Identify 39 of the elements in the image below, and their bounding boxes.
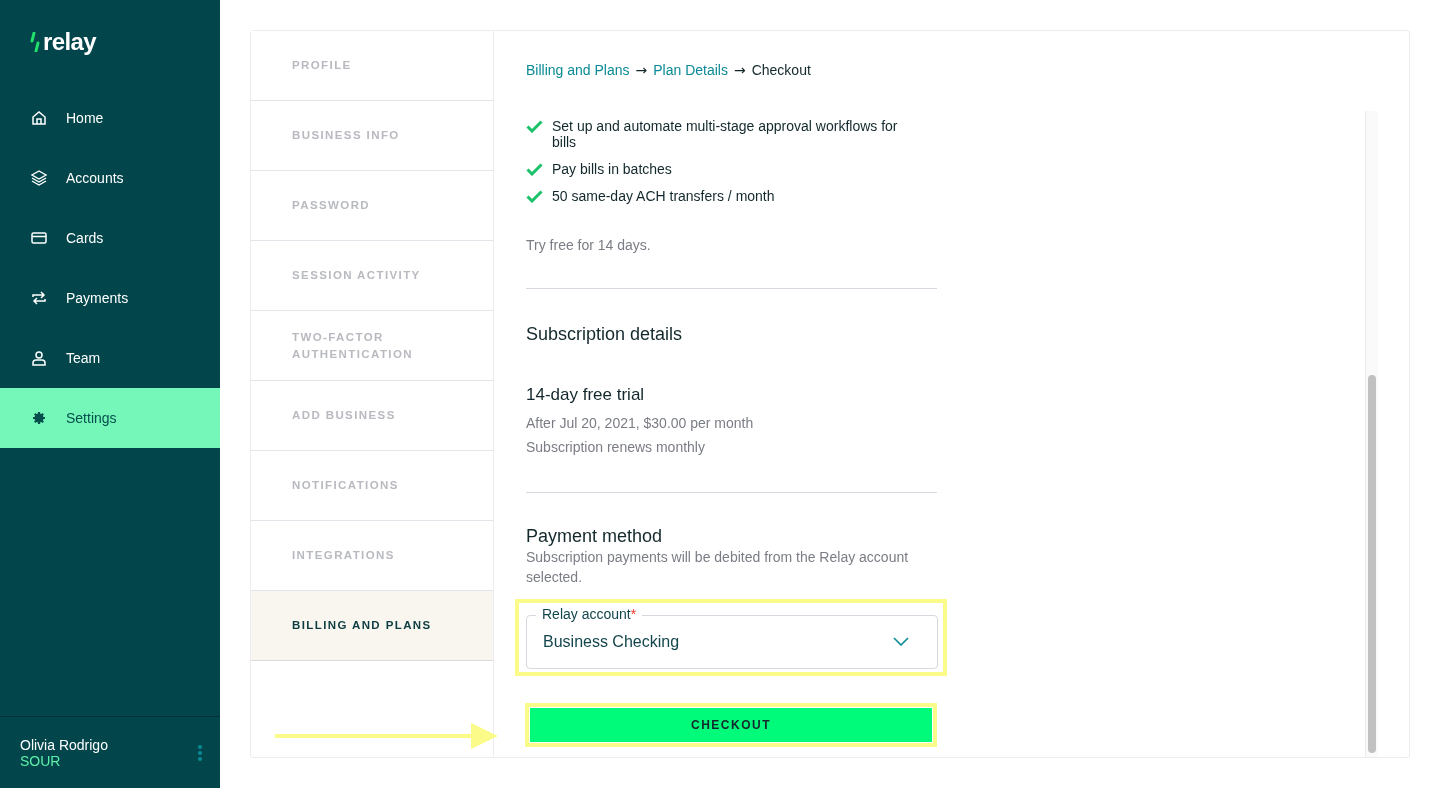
feature-text: 50 same-day ACH transfers / month (552, 188, 775, 204)
subscription-detail: After Jul 20, 2021, $30.00 per month (526, 413, 755, 432)
layers-icon (30, 169, 48, 187)
settings-tab[interactable]: BILLING AND PLANS (251, 591, 493, 661)
scrollbar[interactable] (1365, 111, 1378, 757)
nav-item[interactable]: Team (0, 328, 220, 388)
nav-item[interactable]: Payments (0, 268, 220, 328)
subscription-heading: Subscription details (526, 323, 684, 346)
swap-arrows-icon (30, 289, 48, 307)
nav-item[interactable]: Home (0, 88, 220, 148)
checkout-button[interactable]: CHECKOUT (530, 707, 932, 742)
chevron-down-icon (893, 637, 909, 646)
home-icon (30, 109, 48, 127)
payment-description: Subscription payments will be debited from the Relay account selected. (526, 547, 910, 587)
card-icon (30, 229, 48, 247)
trial-note: Try free for 14 days. (526, 236, 652, 255)
nav-item[interactable]: Settings (0, 388, 220, 448)
breadcrumb-separator: → (733, 61, 746, 80)
breadcrumb-separator: → (635, 61, 648, 80)
plan-title: 14-day free trial (526, 384, 646, 406)
breadcrumb-link[interactable]: Plan Details (653, 60, 728, 81)
feature-text: Set up and automate multi-stage approval workflows for bills (552, 118, 899, 150)
bolt-logo-icon (30, 32, 40, 52)
feature-text: Pay bills in batches (552, 161, 672, 177)
business-name: SOUR (20, 752, 61, 769)
checkmark-icon (526, 163, 543, 176)
payment-heading: Payment method (526, 524, 664, 547)
nav-item[interactable]: Cards (0, 208, 220, 268)
more-icon[interactable] (198, 744, 202, 761)
person-icon (30, 349, 48, 367)
nav-item[interactable]: Accounts (0, 148, 220, 208)
settings-icon (30, 409, 48, 427)
breadcrumb-current: Checkout (751, 61, 811, 80)
breadcrumb-link[interactable]: Billing and Plans (526, 60, 630, 81)
user-name: Olivia Rodrigo (20, 736, 108, 753)
checkmark-icon (526, 190, 543, 203)
logo: relay (43, 27, 97, 57)
subscription-detail: Subscription renews monthly (526, 437, 706, 456)
checkmark-icon (526, 120, 543, 133)
